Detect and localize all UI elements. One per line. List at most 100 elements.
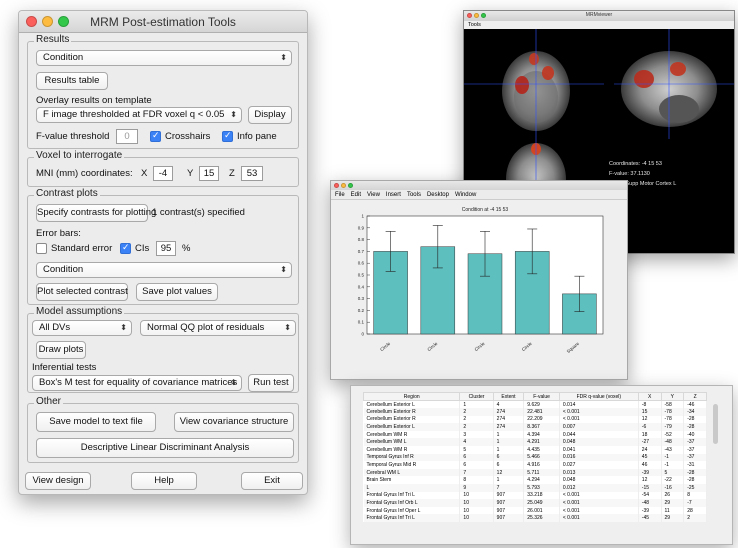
- menu-tools[interactable]: Tools: [407, 192, 421, 198]
- table-row[interactable]: Frontal Gyrus Inf Tri L 10 907 25.326 < 0.00…: [363, 514, 707, 522]
- table-cell: 907: [493, 514, 525, 522]
- x-coordinate-field[interactable]: -4: [153, 166, 173, 181]
- column-header[interactable]: Y: [660, 392, 685, 401]
- save-plot-values-button[interactable]: Save plot values: [136, 283, 218, 301]
- table-cell: 33.218: [523, 491, 560, 500]
- table-row[interactable]: Temporal Gyrus Mid R 6 6 4.916 0.027 46 -1 -31: [363, 461, 707, 469]
- qq-plot-select[interactable]: Normal QQ plot of residuals ⬍: [140, 320, 296, 336]
- help-button[interactable]: Help: [131, 472, 197, 490]
- model-panel-title: Model assumptions: [34, 306, 125, 317]
- plot-zoom-button[interactable]: [348, 183, 353, 188]
- plot-menubar: File Edit View Insert Tools Desktop Window: [331, 190, 627, 200]
- table-row[interactable]: Cerebellum Exterior L 2 274 8.367 0.007 -6 -79…: [363, 423, 707, 431]
- table-cell: 25.049: [523, 499, 560, 507]
- column-header[interactable]: Cluster: [459, 392, 494, 401]
- table-row[interactable]: Frontal Gyrus Inf Orb L 10 907 25.049 < 0.00…: [363, 499, 707, 507]
- fvalue-threshold-field[interactable]: 0: [116, 129, 138, 144]
- column-header[interactable]: FDR q-value (voxel): [558, 392, 639, 401]
- run-test-button[interactable]: Run test: [248, 374, 294, 392]
- table-row[interactable]: Cerebellum WM L 4 1 4.291 0.048 -27 -48 -37: [363, 438, 707, 447]
- table-row[interactable]: Frontal Gyrus Inf Tri L 10 907 33.218 < 0.00…: [363, 491, 707, 500]
- y-tick-label: 0: [361, 332, 364, 337]
- table-cell: -28: [683, 415, 707, 424]
- table-cell: 2: [683, 514, 707, 522]
- y-coordinate-field[interactable]: 15: [199, 166, 219, 181]
- table-cell: Cerebral WM L: [363, 468, 461, 477]
- contrasts-specified-text: 1 contrast(s) specified: [152, 207, 245, 218]
- menu-insert[interactable]: Insert: [386, 192, 401, 198]
- dvs-select[interactable]: All DVs ⬍: [32, 320, 132, 336]
- table-cell: 7: [459, 468, 494, 477]
- menu-desktop[interactable]: Desktop: [427, 192, 449, 198]
- contrast-condition-select[interactable]: Condition ⬍: [36, 262, 292, 278]
- column-header[interactable]: Z: [683, 392, 707, 401]
- table-cell: 4.394: [523, 430, 560, 439]
- info-pane-checkbox[interactable]: [222, 130, 233, 142]
- menu-view[interactable]: View: [367, 192, 380, 198]
- cis-checkbox[interactable]: [120, 242, 131, 254]
- crosshairs-checkbox[interactable]: [150, 130, 161, 142]
- table-cell: -7: [683, 499, 707, 507]
- results-condition-value: Condition: [43, 52, 84, 63]
- table-row[interactable]: Brain Stem 8 1 4.294 0.048 12 -22 -28: [363, 476, 707, 485]
- table-cell: -16: [661, 484, 685, 492]
- select-arrows-icon: ⬍: [230, 110, 237, 119]
- table-cell: 4.291: [523, 438, 560, 447]
- table-cell: Cerebellum WM R: [363, 430, 461, 439]
- table-cell: Cerebellum Exterior L: [363, 400, 461, 409]
- contrast-condition-value: Condition: [43, 264, 84, 275]
- viewer-menu-tools[interactable]: Tools: [464, 21, 734, 29]
- z-coordinate-field[interactable]: 53: [241, 166, 263, 181]
- overlay-select[interactable]: F image thresholded at FDR voxel q < 0.0…: [36, 107, 242, 123]
- table-row[interactable]: L 9 7 5.793 0.012 -15 -16 -25: [363, 484, 707, 492]
- results-panel-title: Results: [34, 34, 72, 45]
- results-condition-select[interactable]: Condition ⬍: [36, 50, 292, 66]
- table-scrollbar[interactable]: [713, 404, 718, 444]
- table-row[interactable]: Frontal Gyrus Inf Oper L 10 907 26.001 < 0.0…: [363, 506, 707, 515]
- table-cell: -27: [638, 438, 662, 447]
- table-cell: 29: [661, 514, 685, 522]
- standard-error-checkbox[interactable]: [36, 243, 47, 254]
- table-cell: Cerebellum Exterior R: [363, 408, 461, 416]
- dvs-select-value: All DVs: [39, 322, 71, 333]
- table-cell: 0.048: [559, 476, 639, 485]
- table-row[interactable]: Temporal Gyrus Inf R 6 6 5.466 0.016 45 -1 -37: [363, 453, 707, 462]
- column-header[interactable]: Extent: [492, 392, 525, 401]
- menu-file[interactable]: File: [335, 192, 345, 198]
- specify-contrasts-button[interactable]: Specify contrasts for plotting: [36, 204, 156, 222]
- plot-close-button[interactable]: [334, 183, 339, 188]
- table-cell: L: [363, 484, 461, 492]
- table-cell: 6: [493, 461, 525, 469]
- save-model-button[interactable]: Save model to text file: [36, 412, 156, 432]
- view-covariance-button[interactable]: View covariance structure: [174, 412, 294, 432]
- draw-plots-button[interactable]: Draw plots: [36, 341, 86, 359]
- table-row[interactable]: Cerebral WM L 7 12 5.711 0.013 -39 5 -28: [363, 468, 707, 477]
- table-cell: 3: [459, 430, 494, 439]
- table-row[interactable]: Cerebellum Exterior L 1 4 9.629 0.014 -8 -58 -4…: [363, 400, 707, 409]
- cis-level-field[interactable]: 95: [156, 241, 176, 256]
- column-header[interactable]: Region: [362, 392, 461, 401]
- table-cell: 0.013: [559, 468, 639, 477]
- exit-button[interactable]: Exit: [241, 472, 303, 490]
- menu-window[interactable]: Window: [455, 192, 476, 198]
- viewer-titlebar: MRMviewer: [464, 11, 734, 21]
- view-design-button[interactable]: View design: [25, 472, 91, 490]
- crosshairs-label: Crosshairs: [165, 131, 211, 142]
- table-row[interactable]: Cerebellum WM R 5 1 4.435 0.041 24 -43 -37: [363, 446, 707, 454]
- box-m-test-select[interactable]: Box's M test for equality of covariance …: [32, 375, 242, 391]
- table-row[interactable]: Cerebellum WM R 3 1 4.394 0.044 18 -52 -40: [363, 430, 707, 439]
- x-tick-label: Square: [566, 341, 581, 354]
- lda-button[interactable]: Descriptive Linear Discriminant Analysis: [36, 438, 294, 458]
- plot-contrast-button[interactable]: Plot selected contrast: [36, 283, 128, 301]
- table-cell: 6: [459, 461, 494, 469]
- column-header[interactable]: X: [637, 392, 662, 401]
- column-header[interactable]: F-value: [523, 392, 560, 401]
- plot-minimize-button[interactable]: [341, 183, 346, 188]
- table-cell: -46: [683, 400, 707, 409]
- table-row[interactable]: Cerebellum Exterior R 2 274 22.481 < 0.001 15…: [363, 408, 707, 416]
- results-table-button[interactable]: Results table: [36, 72, 108, 90]
- fvalue-threshold-label: F-value threshold: [36, 131, 110, 142]
- table-row[interactable]: Cerebellum Exterior R 2 274 22.209 < 0.001 12…: [363, 415, 707, 424]
- display-button[interactable]: Display: [248, 106, 292, 124]
- menu-edit[interactable]: Edit: [351, 192, 361, 198]
